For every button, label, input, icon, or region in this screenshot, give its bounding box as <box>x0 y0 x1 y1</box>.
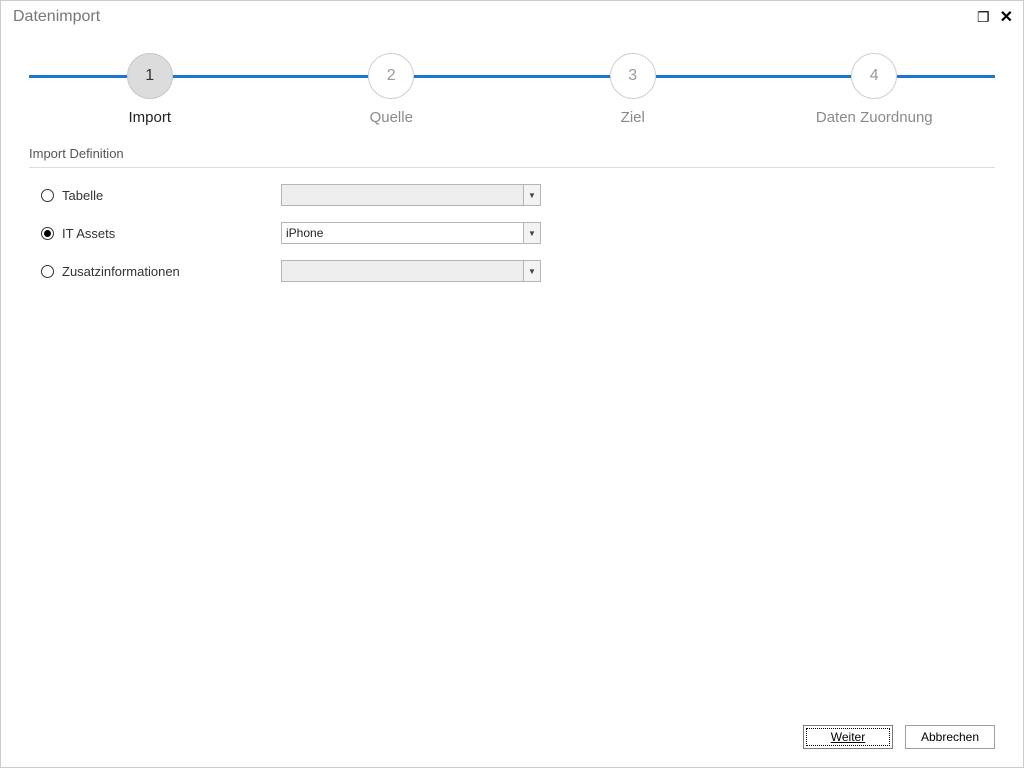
step-4-circle[interactable]: 4 <box>851 53 897 99</box>
radio-tabelle-label: Tabelle <box>62 188 103 203</box>
dialog-footer: Weiter Abbrechen <box>803 725 995 749</box>
combo-tabelle-value <box>282 185 523 205</box>
step-1-label: Import <box>29 109 271 126</box>
cancel-button-label: Abbrechen <box>921 730 979 744</box>
combo-itassets[interactable]: iPhone ▼ <box>281 222 541 244</box>
maximize-icon[interactable]: ❐ <box>977 9 990 26</box>
step-1-num: 1 <box>145 67 154 85</box>
next-button-label: Weiter <box>831 730 865 744</box>
combo-itassets-value: iPhone <box>282 223 523 243</box>
step-4-label: Daten Zuordnung <box>754 109 996 126</box>
titlebar: Datenimport ❐ ✕ <box>1 1 1023 31</box>
chevron-down-icon[interactable]: ▼ <box>523 223 540 243</box>
section-title: Import Definition <box>29 146 995 168</box>
radio-zusatz[interactable] <box>41 265 54 278</box>
row-tabelle: Tabelle ▼ <box>29 184 995 206</box>
next-button[interactable]: Weiter <box>803 725 893 749</box>
radio-itassets[interactable] <box>41 227 54 240</box>
step-3-num: 3 <box>628 67 637 85</box>
combo-zusatz-value <box>282 261 523 281</box>
row-itassets: IT Assets iPhone ▼ <box>29 222 995 244</box>
window-controls: ❐ ✕ <box>977 7 1013 27</box>
close-icon[interactable]: ✕ <box>1000 7 1013 27</box>
wizard-step-labels: Import Quelle Ziel Daten Zuordnung <box>29 109 995 126</box>
step-2-label: Quelle <box>271 109 513 126</box>
step-3-label: Ziel <box>512 109 754 126</box>
row-zusatz: Zusatzinformationen ▼ <box>29 260 995 282</box>
chevron-down-icon[interactable]: ▼ <box>523 185 540 205</box>
step-1-circle[interactable]: 1 <box>127 53 173 99</box>
radio-zusatz-label: Zusatzinformationen <box>62 264 180 279</box>
window-title: Datenimport <box>13 8 100 26</box>
radio-itassets-label: IT Assets <box>62 226 115 241</box>
combo-tabelle[interactable]: ▼ <box>281 184 541 206</box>
combo-zusatz[interactable]: ▼ <box>281 260 541 282</box>
step-4-num: 4 <box>870 67 879 85</box>
chevron-down-icon[interactable]: ▼ <box>523 261 540 281</box>
radio-tabelle[interactable] <box>41 189 54 202</box>
wizard-stepper: 1 2 3 4 <box>29 53 995 99</box>
step-2-circle[interactable]: 2 <box>368 53 414 99</box>
step-2-num: 2 <box>387 67 396 85</box>
step-3-circle[interactable]: 3 <box>610 53 656 99</box>
cancel-button[interactable]: Abbrechen <box>905 725 995 749</box>
